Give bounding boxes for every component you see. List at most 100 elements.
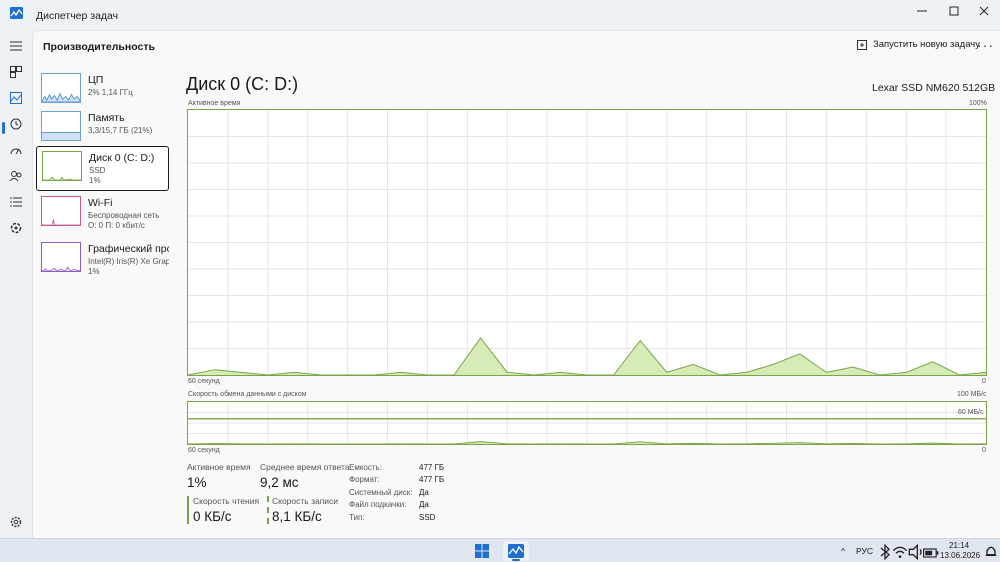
write-speed-value: 8,1 КБ/с xyxy=(272,509,322,524)
battery-icon[interactable] xyxy=(923,545,939,561)
history-icon xyxy=(10,118,22,130)
device-usage: 1% xyxy=(88,267,100,276)
running-indicator xyxy=(512,559,520,561)
device-throughput: О: 0 П: 0 кбит/с xyxy=(88,221,145,230)
transfer-graph-x-left: 60 секунд xyxy=(188,447,220,454)
volume-icon[interactable] xyxy=(908,544,924,560)
avg-response-value: 9,2 мс xyxy=(260,475,299,490)
gpu-thumbnail xyxy=(41,242,81,272)
active-time-graph-label: Активное время xyxy=(188,100,241,107)
active-indicator xyxy=(2,122,5,134)
system-disk-value: Да xyxy=(419,488,429,497)
wifi-icon[interactable] xyxy=(892,544,908,560)
maximize-button[interactable] xyxy=(938,0,970,22)
device-name: Диск 0 (C: D:) xyxy=(89,152,155,164)
details-icon xyxy=(10,197,22,207)
device-name: ЦП xyxy=(88,74,104,86)
device-disk-0[interactable]: Диск 0 (C: D:) SSD 1% xyxy=(36,146,169,191)
disk-title: Диск 0 (C: D:) xyxy=(186,74,299,94)
users-icon xyxy=(10,171,22,182)
tray-overflow-button[interactable]: ^ xyxy=(841,546,845,556)
transfer-rate-graph xyxy=(187,401,987,445)
start-button[interactable] xyxy=(474,543,490,559)
device-wifi[interactable]: Wi-Fi Беспроводная сеть О: 0 П: 0 кбит/с xyxy=(36,192,169,237)
clock-time[interactable]: 21:14 xyxy=(949,541,969,550)
transfer-graph-mid: 60 МБ/с xyxy=(958,409,984,416)
device-detail: 3,3/15,7 ГБ (21%) xyxy=(88,126,153,135)
device-detail: Беспроводная сеть xyxy=(88,211,160,220)
transfer-graph-label: Скорость обмена данными с диском xyxy=(188,391,307,398)
format-value: 477 ГБ xyxy=(419,475,445,484)
taskbar-task-manager[interactable] xyxy=(503,541,529,561)
write-speed-label: Скорость записи xyxy=(272,496,339,506)
memory-thumbnail xyxy=(41,111,81,141)
language-indicator[interactable]: РУС xyxy=(856,546,873,556)
menu-icon xyxy=(10,41,22,51)
active-time-value: 1% xyxy=(187,475,207,490)
nav-startup[interactable] xyxy=(8,142,24,158)
run-new-task-button[interactable]: Запустить новую задачу xyxy=(857,39,980,50)
title-bar: Диспетчер задач xyxy=(0,0,1000,30)
active-time-label: Активное время xyxy=(187,462,251,472)
device-detail: 2% 1,14 ГГц xyxy=(88,88,133,97)
read-speed-marker xyxy=(187,496,189,524)
startup-icon xyxy=(10,148,22,155)
device-name: Графический про xyxy=(88,243,169,255)
new-task-icon xyxy=(857,39,867,50)
taskbar: ^ РУС 21:14 13.06.2026 xyxy=(0,538,1000,562)
nav-users[interactable] xyxy=(8,168,24,184)
menu-button[interactable] xyxy=(8,38,24,54)
write-speed-marker xyxy=(267,496,269,524)
bluetooth-icon[interactable] xyxy=(877,544,893,560)
more-options-button[interactable]: ··· xyxy=(977,37,994,53)
transfer-graph-x-right: 0 xyxy=(982,447,986,454)
device-name: Wi-Fi xyxy=(88,197,113,209)
task-manager-icon xyxy=(508,544,524,558)
close-icon xyxy=(979,6,989,16)
device-name: Память xyxy=(88,112,125,124)
avg-response-label: Среднее время ответа xyxy=(260,462,350,472)
settings-icon xyxy=(10,516,22,528)
notifications-icon[interactable] xyxy=(983,544,999,560)
task-manager-icon xyxy=(10,7,23,19)
services-icon xyxy=(10,222,22,234)
disk-thumbnail xyxy=(42,151,82,181)
performance-icon xyxy=(10,92,22,104)
read-speed-value: 0 КБ/с xyxy=(193,509,232,524)
active-time-graph xyxy=(187,109,987,376)
page-file-value: Да xyxy=(419,500,429,509)
navigation-rail xyxy=(0,30,32,538)
system-disk-key: Системный диск: xyxy=(349,488,413,497)
cpu-thumbnail xyxy=(41,73,81,103)
active-time-graph-x-left: 60 секунд xyxy=(188,378,220,385)
active-time-graph-max: 100% xyxy=(969,100,987,107)
active-time-graph-x-right: 0 xyxy=(982,378,986,385)
nav-processes[interactable] xyxy=(8,64,24,80)
wifi-thumbnail xyxy=(41,196,81,226)
format-key: Формат: xyxy=(349,475,380,484)
main-panel: Производительность Запустить новую задач… xyxy=(32,30,1000,538)
window-title: Диспетчер задач xyxy=(36,10,119,22)
page-file-key: Файл подкачки: xyxy=(349,500,407,509)
device-detail: Intel(R) Iris(R) Xe Graph xyxy=(88,257,169,266)
nav-history[interactable] xyxy=(8,116,24,132)
device-detail: SSD xyxy=(89,166,106,175)
transfer-graph-max: 100 МБ/с xyxy=(957,391,987,398)
clock-date[interactable]: 13.06.2026 xyxy=(940,551,980,560)
minimize-icon xyxy=(917,10,927,12)
disk-model: Lexar SSD NM620 512GB xyxy=(872,82,996,94)
capacity-value: 477 ГБ xyxy=(419,463,445,472)
device-gpu[interactable]: Графический про Intel(R) Iris(R) Xe Grap… xyxy=(36,238,169,283)
page-title: Производительность xyxy=(43,41,155,53)
close-button[interactable] xyxy=(968,0,1000,22)
nav-performance[interactable] xyxy=(8,90,24,106)
nav-details[interactable] xyxy=(8,194,24,210)
read-speed-label: Скорость чтения xyxy=(193,496,260,506)
minimize-button[interactable] xyxy=(906,0,938,22)
run-new-task-label: Запустить новую задачу xyxy=(873,39,980,50)
nav-settings[interactable] xyxy=(8,514,24,530)
device-usage: 1% xyxy=(89,176,101,185)
nav-services[interactable] xyxy=(8,220,24,236)
capacity-key: Емкость: xyxy=(349,463,382,472)
maximize-icon xyxy=(949,6,959,16)
